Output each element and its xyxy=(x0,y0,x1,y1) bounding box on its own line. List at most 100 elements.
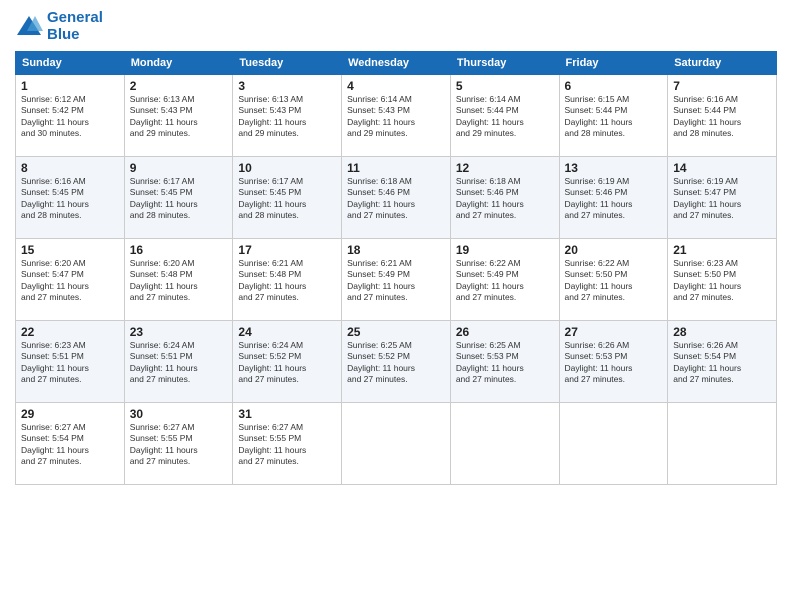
day-info: Sunrise: 6:24 AM Sunset: 5:51 PM Dayligh… xyxy=(130,340,228,386)
calendar-cell: 30Sunrise: 6:27 AM Sunset: 5:55 PM Dayli… xyxy=(124,403,233,485)
day-number: 10 xyxy=(238,161,336,175)
calendar-cell: 25Sunrise: 6:25 AM Sunset: 5:52 PM Dayli… xyxy=(342,321,451,403)
calendar-cell: 4Sunrise: 6:14 AM Sunset: 5:43 PM Daylig… xyxy=(342,75,451,157)
calendar-cell xyxy=(668,403,777,485)
day-info: Sunrise: 6:15 AM Sunset: 5:44 PM Dayligh… xyxy=(565,94,663,140)
calendar-week-2: 8Sunrise: 6:16 AM Sunset: 5:45 PM Daylig… xyxy=(16,157,777,239)
day-number: 6 xyxy=(565,79,663,93)
calendar-cell: 6Sunrise: 6:15 AM Sunset: 5:44 PM Daylig… xyxy=(559,75,668,157)
day-info: Sunrise: 6:13 AM Sunset: 5:43 PM Dayligh… xyxy=(130,94,228,140)
calendar-cell: 26Sunrise: 6:25 AM Sunset: 5:53 PM Dayli… xyxy=(450,321,559,403)
day-number: 19 xyxy=(456,243,554,257)
day-info: Sunrise: 6:26 AM Sunset: 5:53 PM Dayligh… xyxy=(565,340,663,386)
calendar-cell: 11Sunrise: 6:18 AM Sunset: 5:46 PM Dayli… xyxy=(342,157,451,239)
day-number: 4 xyxy=(347,79,445,93)
calendar-cell: 12Sunrise: 6:18 AM Sunset: 5:46 PM Dayli… xyxy=(450,157,559,239)
calendar-cell: 19Sunrise: 6:22 AM Sunset: 5:49 PM Dayli… xyxy=(450,239,559,321)
day-info: Sunrise: 6:16 AM Sunset: 5:45 PM Dayligh… xyxy=(21,176,119,222)
calendar-cell: 16Sunrise: 6:20 AM Sunset: 5:48 PM Dayli… xyxy=(124,239,233,321)
day-number: 27 xyxy=(565,325,663,339)
day-number: 17 xyxy=(238,243,336,257)
day-info: Sunrise: 6:16 AM Sunset: 5:44 PM Dayligh… xyxy=(673,94,771,140)
day-info: Sunrise: 6:14 AM Sunset: 5:43 PM Dayligh… xyxy=(347,94,445,140)
day-number: 25 xyxy=(347,325,445,339)
calendar-cell: 27Sunrise: 6:26 AM Sunset: 5:53 PM Dayli… xyxy=(559,321,668,403)
calendar-cell: 14Sunrise: 6:19 AM Sunset: 5:47 PM Dayli… xyxy=(668,157,777,239)
logo: General Blue xyxy=(15,10,103,43)
day-number: 21 xyxy=(673,243,771,257)
day-number: 12 xyxy=(456,161,554,175)
calendar-cell: 13Sunrise: 6:19 AM Sunset: 5:46 PM Dayli… xyxy=(559,157,668,239)
day-number: 7 xyxy=(673,79,771,93)
calendar-table: SundayMondayTuesdayWednesdayThursdayFrid… xyxy=(15,51,777,485)
day-number: 23 xyxy=(130,325,228,339)
page: General Blue SundayMondayTuesdayWednesda… xyxy=(0,0,792,612)
day-info: Sunrise: 6:21 AM Sunset: 5:48 PM Dayligh… xyxy=(238,258,336,304)
logo-icon xyxy=(15,13,43,41)
day-number: 30 xyxy=(130,407,228,421)
col-header-monday: Monday xyxy=(124,52,233,75)
col-header-saturday: Saturday xyxy=(668,52,777,75)
calendar-cell xyxy=(450,403,559,485)
calendar-cell xyxy=(342,403,451,485)
calendar-cell: 1Sunrise: 6:12 AM Sunset: 5:42 PM Daylig… xyxy=(16,75,125,157)
calendar-cell xyxy=(559,403,668,485)
day-number: 13 xyxy=(565,161,663,175)
calendar-cell: 10Sunrise: 6:17 AM Sunset: 5:45 PM Dayli… xyxy=(233,157,342,239)
col-header-wednesday: Wednesday xyxy=(342,52,451,75)
day-info: Sunrise: 6:26 AM Sunset: 5:54 PM Dayligh… xyxy=(673,340,771,386)
calendar-cell: 29Sunrise: 6:27 AM Sunset: 5:54 PM Dayli… xyxy=(16,403,125,485)
day-number: 29 xyxy=(21,407,119,421)
day-number: 2 xyxy=(130,79,228,93)
calendar-cell: 17Sunrise: 6:21 AM Sunset: 5:48 PM Dayli… xyxy=(233,239,342,321)
day-info: Sunrise: 6:25 AM Sunset: 5:53 PM Dayligh… xyxy=(456,340,554,386)
day-number: 3 xyxy=(238,79,336,93)
col-header-thursday: Thursday xyxy=(450,52,559,75)
day-number: 18 xyxy=(347,243,445,257)
calendar-cell: 28Sunrise: 6:26 AM Sunset: 5:54 PM Dayli… xyxy=(668,321,777,403)
col-header-sunday: Sunday xyxy=(16,52,125,75)
calendar-cell: 8Sunrise: 6:16 AM Sunset: 5:45 PM Daylig… xyxy=(16,157,125,239)
day-info: Sunrise: 6:23 AM Sunset: 5:51 PM Dayligh… xyxy=(21,340,119,386)
calendar-header-row: SundayMondayTuesdayWednesdayThursdayFrid… xyxy=(16,52,777,75)
day-number: 1 xyxy=(21,79,119,93)
day-number: 9 xyxy=(130,161,228,175)
day-info: Sunrise: 6:19 AM Sunset: 5:47 PM Dayligh… xyxy=(673,176,771,222)
day-info: Sunrise: 6:25 AM Sunset: 5:52 PM Dayligh… xyxy=(347,340,445,386)
day-number: 8 xyxy=(21,161,119,175)
day-info: Sunrise: 6:22 AM Sunset: 5:49 PM Dayligh… xyxy=(456,258,554,304)
day-info: Sunrise: 6:21 AM Sunset: 5:49 PM Dayligh… xyxy=(347,258,445,304)
day-number: 24 xyxy=(238,325,336,339)
calendar-week-1: 1Sunrise: 6:12 AM Sunset: 5:42 PM Daylig… xyxy=(16,75,777,157)
day-info: Sunrise: 6:20 AM Sunset: 5:47 PM Dayligh… xyxy=(21,258,119,304)
calendar-cell: 2Sunrise: 6:13 AM Sunset: 5:43 PM Daylig… xyxy=(124,75,233,157)
day-info: Sunrise: 6:18 AM Sunset: 5:46 PM Dayligh… xyxy=(456,176,554,222)
day-number: 15 xyxy=(21,243,119,257)
calendar-cell: 22Sunrise: 6:23 AM Sunset: 5:51 PM Dayli… xyxy=(16,321,125,403)
calendar-week-4: 22Sunrise: 6:23 AM Sunset: 5:51 PM Dayli… xyxy=(16,321,777,403)
col-header-friday: Friday xyxy=(559,52,668,75)
day-info: Sunrise: 6:27 AM Sunset: 5:54 PM Dayligh… xyxy=(21,422,119,468)
calendar-cell: 15Sunrise: 6:20 AM Sunset: 5:47 PM Dayli… xyxy=(16,239,125,321)
day-info: Sunrise: 6:17 AM Sunset: 5:45 PM Dayligh… xyxy=(130,176,228,222)
day-number: 31 xyxy=(238,407,336,421)
calendar-cell: 23Sunrise: 6:24 AM Sunset: 5:51 PM Dayli… xyxy=(124,321,233,403)
calendar-week-3: 15Sunrise: 6:20 AM Sunset: 5:47 PM Dayli… xyxy=(16,239,777,321)
day-info: Sunrise: 6:18 AM Sunset: 5:46 PM Dayligh… xyxy=(347,176,445,222)
day-info: Sunrise: 6:22 AM Sunset: 5:50 PM Dayligh… xyxy=(565,258,663,304)
calendar-week-5: 29Sunrise: 6:27 AM Sunset: 5:54 PM Dayli… xyxy=(16,403,777,485)
calendar-cell: 21Sunrise: 6:23 AM Sunset: 5:50 PM Dayli… xyxy=(668,239,777,321)
header: General Blue xyxy=(15,10,777,43)
calendar-cell: 18Sunrise: 6:21 AM Sunset: 5:49 PM Dayli… xyxy=(342,239,451,321)
day-info: Sunrise: 6:24 AM Sunset: 5:52 PM Dayligh… xyxy=(238,340,336,386)
calendar-cell: 24Sunrise: 6:24 AM Sunset: 5:52 PM Dayli… xyxy=(233,321,342,403)
day-number: 5 xyxy=(456,79,554,93)
day-number: 22 xyxy=(21,325,119,339)
col-header-tuesday: Tuesday xyxy=(233,52,342,75)
day-number: 20 xyxy=(565,243,663,257)
logo-text: General Blue xyxy=(47,10,103,43)
calendar-cell: 9Sunrise: 6:17 AM Sunset: 5:45 PM Daylig… xyxy=(124,157,233,239)
day-info: Sunrise: 6:13 AM Sunset: 5:43 PM Dayligh… xyxy=(238,94,336,140)
calendar-cell: 7Sunrise: 6:16 AM Sunset: 5:44 PM Daylig… xyxy=(668,75,777,157)
day-info: Sunrise: 6:14 AM Sunset: 5:44 PM Dayligh… xyxy=(456,94,554,140)
